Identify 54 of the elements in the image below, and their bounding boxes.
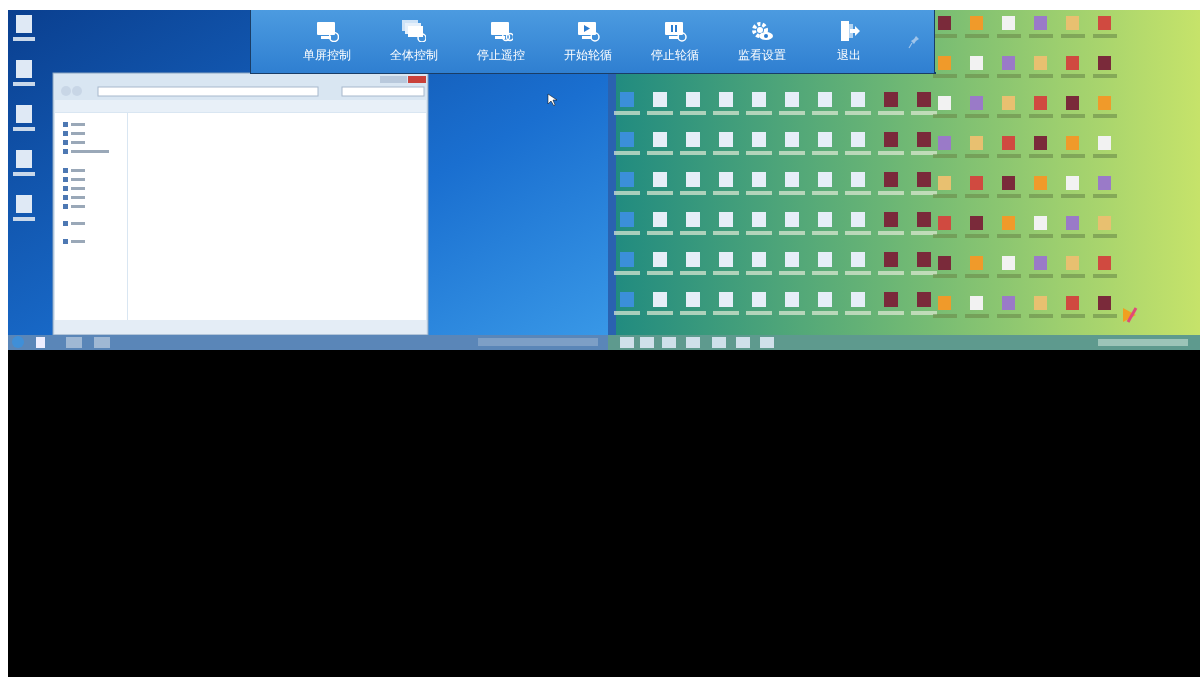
desktop-icon[interactable] (647, 212, 673, 235)
desktop-icon[interactable] (614, 132, 640, 155)
desktop-icon[interactable] (911, 172, 937, 195)
monitors-icon (402, 19, 426, 42)
toolbar-button[interactable]: 单屏控制 (289, 15, 365, 68)
desktop-icon[interactable] (878, 252, 904, 275)
toolbar-button[interactable]: 退出 (811, 15, 887, 68)
desktop-icon[interactable] (1061, 96, 1085, 118)
toolbar-button[interactable]: 开始轮循 (550, 15, 626, 68)
desktop-icon[interactable] (647, 92, 673, 115)
desktop-icon[interactable] (13, 60, 35, 86)
desktop-icon[interactable] (1093, 56, 1117, 78)
desktop-icon[interactable] (911, 92, 937, 115)
desktop-icon[interactable] (878, 92, 904, 115)
logo-icon (1123, 307, 1138, 323)
desktop-icon[interactable] (933, 56, 957, 78)
desktop-icon[interactable] (965, 216, 989, 238)
desktop-icon[interactable] (933, 16, 957, 38)
play-monitor-icon (576, 19, 600, 42)
desktop-icon[interactable] (13, 15, 35, 41)
desktop-icon[interactable] (647, 252, 673, 275)
desktop-icon[interactable] (647, 172, 673, 195)
pin-icon[interactable] (908, 34, 920, 49)
desktop-icon[interactable] (933, 256, 957, 278)
monitor-icon (315, 19, 339, 42)
gear-eye-icon (750, 19, 774, 42)
toolbar-button[interactable]: 停止轮循 (637, 15, 713, 68)
desktop-icon[interactable] (911, 292, 937, 315)
pause-monitor-icon (663, 19, 687, 42)
desktop-icon[interactable] (647, 292, 673, 315)
monitor-icon (489, 19, 513, 42)
desktop-icon[interactable] (878, 172, 904, 195)
desktop-icon[interactable] (1093, 296, 1117, 318)
desktop-icon[interactable] (614, 212, 640, 235)
desktop-icon[interactable] (1029, 136, 1053, 158)
desktop-icon[interactable] (614, 172, 640, 195)
desktop-icon[interactable] (878, 212, 904, 235)
desktop-icon[interactable] (878, 292, 904, 315)
desktop-icon[interactable] (911, 132, 937, 155)
desktop-icon[interactable] (614, 292, 640, 315)
desktop-icon[interactable] (13, 195, 35, 221)
desktop-icon[interactable] (614, 92, 640, 115)
mouse-cursor-icon (547, 93, 558, 107)
desktop-icon[interactable] (997, 176, 1021, 198)
desktop-icon[interactable] (647, 132, 673, 155)
toolbar-button[interactable]: 停止遥控 (463, 15, 539, 68)
desktop-icon[interactable] (878, 132, 904, 155)
desktop-icon[interactable] (614, 252, 640, 275)
desktop-icon[interactable] (911, 212, 937, 235)
desktop-icon[interactable] (911, 252, 937, 275)
desktop-icon[interactable] (13, 150, 35, 176)
desktop-icon[interactable] (13, 105, 35, 131)
toolbar-button[interactable]: 监看设置 (724, 15, 800, 68)
toolbar-button[interactable]: 全体控制 (376, 15, 452, 68)
